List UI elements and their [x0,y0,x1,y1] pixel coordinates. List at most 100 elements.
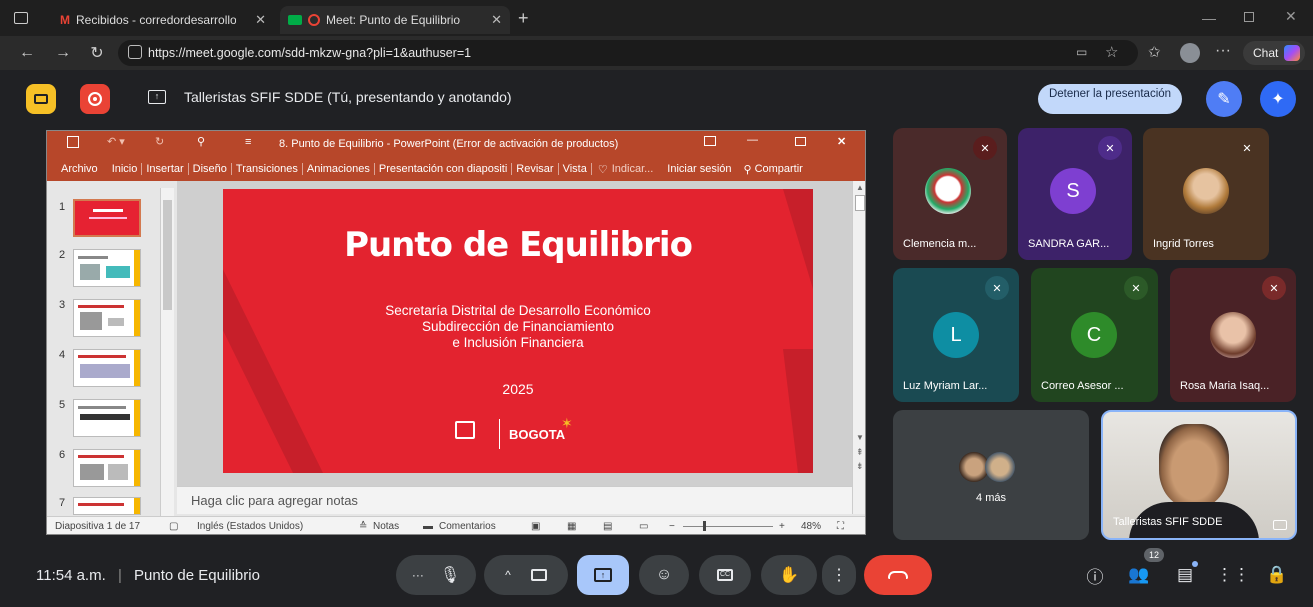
slide-thumbnail[interactable] [73,249,141,287]
customize-qat-icon[interactable]: ≡ [245,136,251,148]
favorites-icon[interactable]: ✩ [1148,43,1161,61]
meeting-details-icon[interactable]: ⓘ [1084,564,1106,587]
comments-toggle[interactable]: Comentarios [439,521,496,532]
tab-presentacion[interactable]: Presentación con diapositi [375,163,513,175]
slide-scrollbar[interactable]: ▲ ▼ ⇞ ⇟ [852,181,865,514]
restore-icon[interactable] [1244,12,1254,22]
profile-avatar[interactable] [1180,43,1200,63]
ppt-close-icon[interactable]: ✕ [837,135,846,148]
address-bar[interactable]: https://meet.google.com/sdd-mkzw-gna?pli… [118,40,1138,66]
ppt-minimize-icon[interactable]: — [747,134,758,146]
previous-slide-icon[interactable]: ⇞ [856,447,864,458]
people-icon[interactable]: 👥 [1128,564,1150,586]
camera-icon[interactable] [530,569,547,581]
participant-tile[interactable]: ✕ Rosa Maria Isaq... [1170,268,1296,402]
slide-sorter-icon[interactable]: ▦ [567,521,576,532]
chat-icon[interactable]: ▤ [1174,564,1196,586]
reactions-button[interactable]: ☺ [639,555,689,595]
tab-close-icon[interactable]: ✕ [491,12,502,28]
tab-gmail[interactable]: M Recibidos - corredordesarrolloeco ✕ [52,6,274,34]
normal-view-icon[interactable]: ▣ [531,521,540,532]
raise-hand-button[interactable]: ✋ [761,555,817,595]
participant-tile[interactable]: ✕ C Correo Asesor ... [1031,268,1158,402]
participant-tile[interactable]: ✕ L Luz Myriam Lar... [893,268,1019,402]
annotate-button[interactable]: ✎ [1206,81,1242,117]
self-view-tile[interactable]: Talleristas SFIF SDDE [1101,410,1297,540]
tab-transiciones[interactable]: Transiciones [232,163,303,175]
save-icon[interactable] [67,136,79,148]
slide-thumbnail[interactable] [73,497,141,515]
thumbnails-scrollbar[interactable] [160,188,174,516]
self-view-options-icon[interactable] [1273,520,1287,530]
participant-tile[interactable]: ✕ Clemencia m... [893,128,1007,260]
zoom-level[interactable]: 48% [801,521,821,532]
forward-icon[interactable]: → [52,43,74,63]
bookmark-star-icon[interactable]: ☆ [1105,43,1118,61]
tab-close-icon[interactable]: ✕ [255,12,266,28]
present-button[interactable]: ↑ [577,555,629,595]
microphone-icon[interactable]: 🎙 [440,565,460,585]
zoom-slider-thumb[interactable] [703,521,706,531]
captions-button[interactable]: CC [699,555,751,595]
video-options-chevron-icon[interactable]: ^ [505,568,511,582]
back-icon[interactable]: ← [16,43,38,63]
redo-icon[interactable]: ↻ [155,135,164,148]
cast-icon[interactable]: ▭ [1076,45,1087,59]
fit-to-window-icon[interactable]: ⛶ [837,521,844,532]
tab-archivo[interactable]: Archivo [57,163,102,175]
participant-tile[interactable]: ✕ Ingrid Torres [1143,128,1269,260]
scroll-down-arrow[interactable]: ▼ [856,433,864,442]
zoom-in-icon[interactable]: + [779,521,785,532]
slide-thumbnail[interactable] [73,449,141,487]
recording-button[interactable] [80,84,110,114]
slideshow-icon[interactable]: ▭ [639,521,648,532]
notes-pane[interactable]: Haga clic para agregar notas [177,486,852,514]
tab-inicio[interactable]: Inicio [108,163,143,175]
tab-diseno[interactable]: Diseño [189,163,232,175]
scroll-up-arrow[interactable]: ▲ [856,183,864,192]
host-controls-icon[interactable]: 🔒 [1266,564,1288,586]
zoom-slider[interactable] [683,526,773,527]
tell-me-input[interactable]: Indicar... [612,163,654,175]
undo-icon[interactable]: ↶ ▾ [107,135,125,148]
reload-icon[interactable]: ↻ [86,43,108,63]
scroll-thumb[interactable] [163,200,172,310]
next-slide-icon[interactable]: ⇟ [856,461,864,472]
slide-thumbnail[interactable] [73,349,141,387]
leave-call-button[interactable] [864,555,932,595]
ppt-maximize-icon[interactable] [795,137,806,146]
audio-settings-icon[interactable]: ··· [412,568,424,582]
slide-thumbnail[interactable] [73,299,141,337]
new-tab-button[interactable]: + [518,8,529,29]
tab-meet[interactable]: Meet: Punto de Equilibrio ✕ [280,6,510,34]
sign-in-link[interactable]: Iniciar sesión [667,163,731,175]
slide-thumbnail[interactable] [73,199,141,237]
slide-thumbnail[interactable] [73,399,141,437]
tab-vista[interactable]: Vista [559,163,592,175]
reading-view-icon[interactable]: ▤ [603,521,612,532]
scroll-thumb[interactable] [855,195,865,211]
minimize-icon[interactable]: — [1202,10,1216,26]
stop-presenting-button[interactable]: Detener la presentación [1038,84,1182,114]
more-options-button[interactable]: ⋮ [822,555,856,595]
close-window-icon[interactable]: ✕ [1285,8,1297,25]
language-status[interactable]: Inglés (Estados Unidos) [197,521,303,532]
spellcheck-icon[interactable]: ▢ [169,521,178,532]
camera-off-button[interactable] [26,84,56,114]
current-slide[interactable]: Punto de Equilibrio Secretaría Distrital… [223,189,813,473]
tab-insertar[interactable]: Insertar [142,163,189,175]
tab-animaciones[interactable]: Animaciones [303,163,375,175]
participant-tile[interactable]: ✕ S SANDRA GAR... [1018,128,1132,260]
zoom-out-icon[interactable]: − [669,521,675,532]
window-menu-icon[interactable] [14,12,28,24]
notes-toggle[interactable]: Notas [373,521,399,532]
gemini-button[interactable]: ✦ [1260,81,1296,117]
activities-icon[interactable]: ⋮⋮ [1216,564,1250,586]
tab-revisar[interactable]: Revisar [512,163,559,175]
ribbon-display-icon[interactable] [704,136,716,146]
copilot-chat-button[interactable]: Chat [1243,41,1305,65]
site-info-icon[interactable] [128,45,142,59]
more-menu-icon[interactable]: ··· [1215,42,1231,60]
presenter-icon[interactable]: ⚲ [197,135,205,148]
more-participants-tile[interactable]: 4 más [893,410,1089,540]
